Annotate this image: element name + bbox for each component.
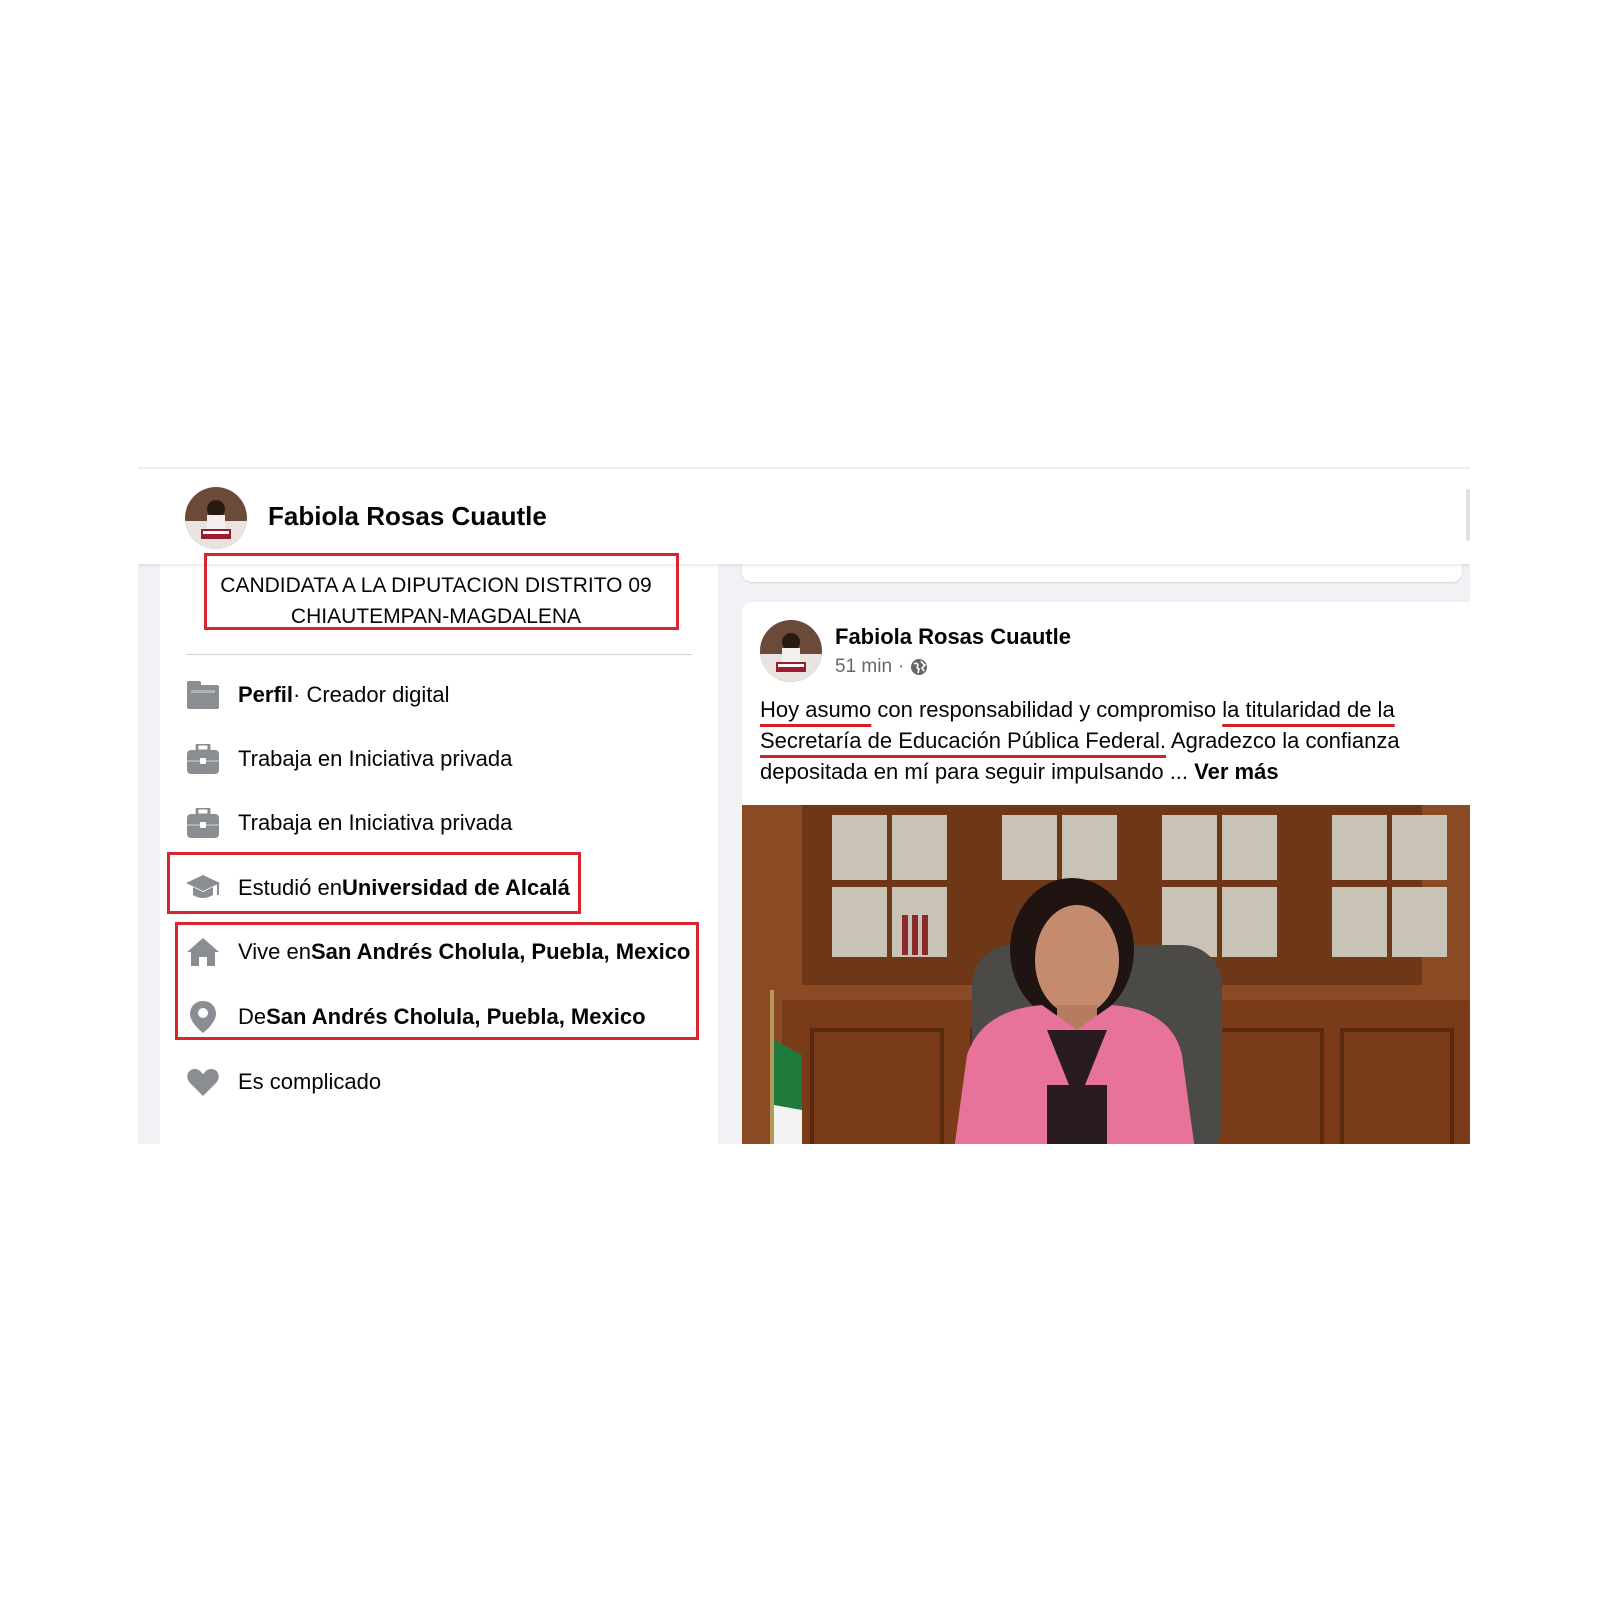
post-card: Fabiola Rosas Cuautle 51 min · Hoy asumo… (742, 602, 1470, 1144)
intro-item-text: Trabaja en Iniciativa privada (238, 810, 513, 835)
profile-header-bar: Fabiola Rosas Cuautle (138, 467, 1470, 564)
feed-column: Fabiola Rosas Cuautle 51 min · Hoy asumo… (730, 542, 1470, 1144)
post-text: Hoy asumo con responsabilidad y compromi… (760, 694, 1460, 787)
post-text-part: con responsabilidad y compromiso (871, 697, 1223, 722)
intro-item-relationship: Es complicado (186, 1062, 381, 1102)
underlined-phrase-1: Hoy asumo (760, 697, 872, 722)
profile-name[interactable]: Fabiola Rosas Cuautle (268, 501, 547, 532)
header-button-edge (1466, 489, 1470, 541)
intro-item-work-2: Trabaja en Iniciativa privada (186, 803, 512, 843)
briefcase-icon (186, 806, 220, 840)
profile-avatar[interactable] (185, 487, 247, 549)
annotation-box-bio (204, 553, 679, 630)
intro-item-text: Trabaja en Iniciativa privada (238, 746, 513, 771)
intro-item-profile: Perfil · Creador digital (186, 675, 450, 715)
globe-icon (911, 659, 928, 675)
intro-item-work-1: Trabaja en Iniciativa privada (186, 739, 512, 779)
intro-item-text: Es complicado (238, 1069, 382, 1094)
annotation-box-education (167, 852, 581, 914)
flag-icon (186, 678, 220, 712)
post-author-avatar[interactable] (760, 620, 822, 682)
intro-item-bold: Perfil (238, 682, 294, 707)
post-photo[interactable] (742, 805, 1470, 1144)
annotation-box-location (175, 922, 699, 1040)
post-author-name[interactable]: Fabiola Rosas Cuautle (835, 624, 1071, 650)
post-timestamp[interactable]: 51 min (835, 656, 892, 678)
heart-icon (186, 1065, 220, 1099)
briefcase-icon (186, 742, 220, 776)
facebook-profile-screenshot: Fabiola Rosas Cuautle CANDIDATA A LA DIP… (138, 467, 1470, 1144)
divider (186, 654, 692, 655)
intro-item-text: · Creador digital (293, 682, 450, 707)
meta-separator: · (898, 656, 905, 677)
post-meta: 51 min · (835, 656, 928, 678)
see-more-link[interactable]: Ver más (1194, 759, 1278, 784)
